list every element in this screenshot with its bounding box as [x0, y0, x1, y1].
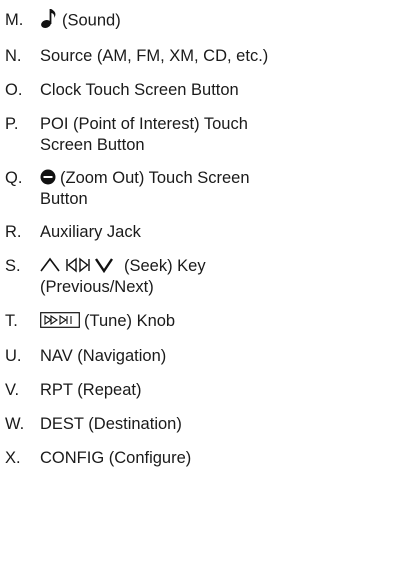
seek-keys-icon [40, 255, 120, 275]
item-letter: U. [5, 347, 22, 365]
item-text: (Tune) Knob [40, 311, 390, 332]
item-letter: O. [5, 81, 23, 99]
item-letter: T. [5, 312, 18, 330]
item-text: (Seek) Key (Previous/Next) [40, 256, 390, 298]
item-text: (Zoom Out) Touch Screen Button [40, 168, 390, 210]
item-letter: Q. [5, 169, 23, 187]
item-label: (Tune) Knob [84, 312, 176, 330]
item-label: CONFIG (Configure) [40, 449, 192, 467]
item-label-line-1: (Zoom Out) Touch Screen [60, 169, 250, 187]
item-letter: N. [5, 47, 22, 65]
item-label-line-2: Button [40, 190, 88, 208]
item-letter: V. [5, 381, 20, 399]
item-label-line-2: Screen Button [40, 136, 145, 154]
item-label: DEST (Destination) [40, 415, 182, 433]
item-label: Source (AM, FM, XM, CD, etc.) [40, 47, 269, 65]
item-label: (Sound) [62, 11, 121, 30]
musical-note-icon [40, 7, 58, 29]
item-letter: P. [5, 115, 19, 133]
item-label-line-1: (Seek) Key [124, 257, 206, 275]
item-label: NAV (Navigation) [40, 347, 167, 365]
item-label: Auxiliary Jack [40, 223, 141, 241]
item-text: (Sound) [40, 7, 390, 32]
item-letter: R. [5, 223, 22, 241]
item-letter: W. [5, 415, 25, 433]
item-text: POI (Point of Interest) Touch Screen But… [40, 114, 390, 156]
item-label: RPT (Repeat) [40, 381, 142, 399]
zoom-out-icon [40, 169, 56, 185]
item-label-line-1: POI (Point of Interest) Touch [40, 115, 248, 133]
item-label: Clock Touch Screen Button [40, 81, 239, 99]
item-label-line-2: (Previous/Next) [40, 278, 154, 296]
item-letter: M. [5, 11, 24, 29]
tune-knob-icon [40, 311, 80, 328]
item-letter: S. [5, 257, 21, 275]
item-letter: X. [5, 449, 21, 467]
